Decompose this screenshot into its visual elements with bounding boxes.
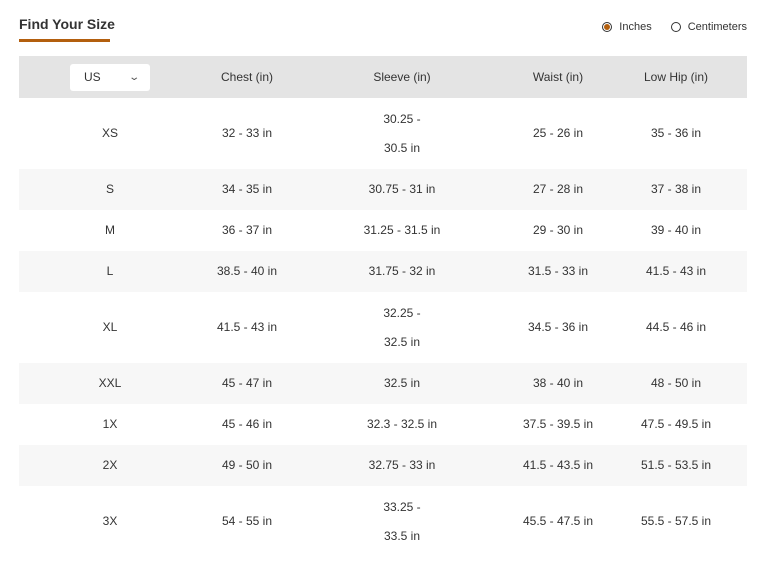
- size-cell: M: [105, 223, 115, 237]
- hip-cell: 41.5 - 43 in: [645, 264, 707, 278]
- unit-toggle: Inches Centimeters: [602, 21, 747, 33]
- table-row: M 36 - 37 in 31.25 - 31.5 in 29 - 30 in …: [19, 210, 747, 251]
- size-cell: S: [105, 182, 114, 196]
- column-header-waist: Waist (in): [532, 69, 584, 84]
- waist-cell: 37.5 - 39.5 in: [522, 417, 594, 431]
- sleeve-line: 33.5 in: [383, 528, 421, 543]
- hip-cell: 55.5 - 57.5 in: [640, 514, 712, 528]
- size-table: US ⌄ Chest (in) Sleeve (in) Waist (in) L…: [19, 56, 747, 557]
- sleeve-cell: 32.75 - 33 in: [368, 458, 436, 472]
- hip-cell: 51.5 - 53.5 in: [640, 458, 712, 472]
- chest-cell: 45 - 46 in: [221, 417, 273, 431]
- hip-cell: 48 - 50 in: [650, 376, 702, 390]
- chest-cell: 49 - 50 in: [221, 458, 273, 472]
- hip-cell: 44.5 - 46 in: [645, 320, 707, 334]
- unit-label: Inches: [619, 21, 652, 33]
- waist-cell: 34.5 - 36 in: [527, 320, 589, 334]
- sleeve-line: 30.25 -: [383, 111, 421, 126]
- size-cell: XXL: [98, 376, 122, 390]
- size-cell: 3X: [102, 514, 118, 528]
- waist-cell: 45.5 - 47.5 in: [522, 514, 594, 528]
- table-row: XXL 45 - 47 in 32.5 in 38 - 40 in 48 - 5…: [19, 363, 747, 404]
- title-underline: [19, 39, 110, 42]
- waist-cell: 41.5 - 43.5 in: [522, 458, 594, 472]
- chest-cell: 45 - 47 in: [221, 376, 273, 390]
- size-cell: XL: [102, 320, 118, 334]
- size-cell: 1X: [102, 417, 118, 431]
- sleeve-cell: 33.25 - 33.5 in: [293, 493, 511, 551]
- waist-cell: 31.5 - 33 in: [527, 264, 589, 278]
- table-row: S 34 - 35 in 30.75 - 31 in 27 - 28 in 37…: [19, 169, 747, 210]
- hip-cell: 47.5 - 49.5 in: [640, 417, 712, 431]
- sleeve-cell: 31.75 - 32 in: [368, 264, 436, 278]
- sleeve-cell: 30.25 - 30.5 in: [293, 105, 511, 163]
- size-cell: 2X: [102, 458, 118, 472]
- region-select[interactable]: US ⌄: [70, 63, 150, 91]
- hip-cell: 35 - 36 in: [650, 126, 702, 140]
- table-row: XS 32 - 33 in 30.25 - 30.5 in 25 - 26 in…: [19, 98, 747, 169]
- chevron-down-icon: ⌄: [127, 71, 140, 83]
- hip-cell: 39 - 40 in: [650, 223, 702, 237]
- radio-unchecked-icon[interactable]: [670, 22, 681, 32]
- table-row: 1X 45 - 46 in 32.3 - 32.5 in 37.5 - 39.5…: [19, 404, 747, 445]
- hip-cell: 37 - 38 in: [650, 182, 702, 196]
- sleeve-cell: 32.5 in: [383, 376, 421, 390]
- waist-cell: 27 - 28 in: [532, 182, 584, 196]
- size-cell: L: [106, 264, 114, 278]
- sleeve-cell: 32.25 - 32.5 in: [293, 299, 511, 357]
- chest-cell: 41.5 - 43 in: [216, 320, 278, 334]
- waist-cell: 38 - 40 in: [532, 376, 584, 390]
- table-row: L 38.5 - 40 in 31.75 - 32 in 31.5 - 33 i…: [19, 251, 747, 292]
- chest-cell: 32 - 33 in: [221, 126, 273, 140]
- size-chart-header: Find Your Size Inches Centimeters: [19, 0, 747, 56]
- size-cell: XS: [101, 126, 118, 140]
- table-row: XL 41.5 - 43 in 32.25 - 32.5 in 34.5 - 3…: [19, 292, 747, 363]
- sleeve-line: 33.25 -: [383, 499, 421, 514]
- sleeve-line: 32.5 in: [383, 334, 421, 349]
- column-header-low-hip: Low Hip (in): [643, 69, 709, 84]
- chest-cell: 54 - 55 in: [221, 514, 273, 528]
- sleeve-line: 30.5 in: [383, 140, 421, 155]
- unit-option-inches[interactable]: Inches: [602, 21, 652, 33]
- sleeve-cell: 32.3 - 32.5 in: [366, 417, 438, 431]
- chest-cell: 34 - 35 in: [221, 182, 273, 196]
- table-row: 3X 54 - 55 in 33.25 - 33.5 in 45.5 - 47.…: [19, 486, 747, 557]
- unit-label: Centimeters: [687, 21, 747, 33]
- sleeve-cell: 30.75 - 31 in: [368, 182, 436, 196]
- sleeve-cell: 31.25 - 31.5 in: [363, 223, 441, 237]
- chest-cell: 38.5 - 40 in: [216, 264, 278, 278]
- page-title: Find Your Size: [19, 16, 115, 32]
- chest-cell: 36 - 37 in: [221, 223, 273, 237]
- table-header-row: US ⌄ Chest (in) Sleeve (in) Waist (in) L…: [19, 56, 747, 98]
- region-select-value: US: [84, 70, 101, 84]
- column-header-chest: Chest (in): [220, 69, 273, 84]
- unit-option-centimeters[interactable]: Centimeters: [670, 21, 747, 33]
- region-select-cell: US ⌄: [19, 63, 201, 91]
- column-header-sleeve: Sleeve (in): [373, 69, 431, 84]
- waist-cell: 25 - 26 in: [532, 126, 584, 140]
- radio-checked-icon[interactable]: [602, 22, 613, 32]
- table-row: 2X 49 - 50 in 32.75 - 33 in 41.5 - 43.5 …: [19, 445, 747, 486]
- waist-cell: 29 - 30 in: [532, 223, 584, 237]
- sleeve-line: 32.25 -: [383, 305, 421, 320]
